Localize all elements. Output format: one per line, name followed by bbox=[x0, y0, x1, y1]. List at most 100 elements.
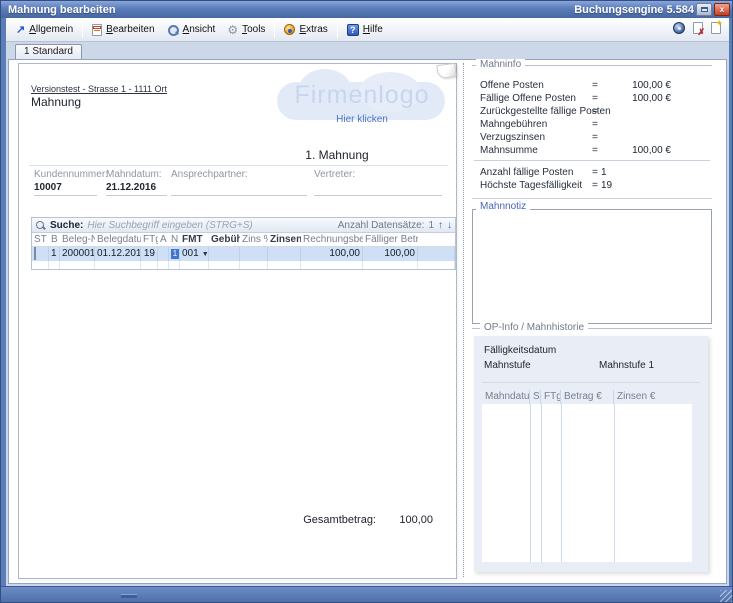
column-header-belegnr[interactable]: Beleg-Nr. bbox=[60, 233, 95, 246]
menu-tools[interactable]: ⚙ Tools bbox=[221, 22, 271, 38]
field-value: 10007 bbox=[34, 182, 108, 194]
column-header-zinsen[interactable]: Zinsen € bbox=[268, 233, 301, 246]
dunning-level-heading: 1. Mahnung bbox=[277, 148, 397, 162]
history-col-betrag[interactable]: Betrag € bbox=[561, 390, 614, 404]
column-header-zinsproz[interactable]: Zins % bbox=[240, 233, 268, 246]
column-header-b[interactable]: B bbox=[49, 233, 60, 246]
cell-zinsproz bbox=[240, 247, 268, 261]
cell-n[interactable]: 1 bbox=[169, 247, 180, 261]
tab-standard[interactable]: 1 Standard bbox=[15, 44, 82, 59]
disc-button[interactable] bbox=[669, 19, 689, 41]
field-mahndatum[interactable]: Mahndatum: 21.12.2016 bbox=[106, 169, 167, 196]
mahninfo-row: Mahnsumme = 100,00 € bbox=[470, 145, 714, 158]
restore-icon bbox=[701, 7, 708, 12]
cell-zinsen bbox=[268, 247, 301, 261]
search-input[interactable] bbox=[87, 220, 333, 231]
red-x-icon: ✗ bbox=[697, 28, 705, 36]
column-header-fmt[interactable]: FMT bbox=[180, 233, 209, 246]
app-window: Mahnung bearbeiten Buchungsengine 5.584 … bbox=[0, 0, 733, 603]
equals-sign: = bbox=[592, 145, 598, 156]
toolbar-separator bbox=[337, 22, 338, 38]
mahninfo-label: Mahngebühren bbox=[480, 119, 547, 130]
field-label: Mahndatum: bbox=[106, 169, 167, 180]
app-body: ↗ Allgemein Bearbeiten Ansicht ⚙ Tools E… bbox=[6, 18, 729, 586]
field-value bbox=[314, 182, 442, 194]
help-icon: ? bbox=[347, 24, 359, 36]
column-header-rechnungsbetrag[interactable]: Rechnungsbetrag € bbox=[301, 233, 363, 246]
mahninfo-label: Anzahl fällige Posten bbox=[480, 167, 573, 178]
field-kundennummer[interactable]: Kundennummer: 10007 bbox=[34, 169, 108, 196]
menu-ansicht-label: Ansicht bbox=[183, 24, 216, 35]
resize-grip-icon[interactable] bbox=[720, 590, 732, 602]
row-grid-icon-cell[interactable] bbox=[32, 247, 49, 261]
mahninfo-separator bbox=[474, 160, 710, 161]
restore-button[interactable] bbox=[696, 3, 712, 16]
table-header-row: ST B Beleg-Nr. Belegdatum FTg A N FMT Ge… bbox=[32, 233, 455, 247]
sender-line: Versionstest - Strasse 1 - 1111 Ort bbox=[31, 84, 167, 94]
cancel-document-button[interactable]: ✗ bbox=[689, 19, 707, 41]
cell-rechnungsbetrag: 100,00 bbox=[301, 247, 363, 261]
cell-a bbox=[158, 247, 169, 261]
history-col-ftg[interactable]: FTg bbox=[541, 390, 561, 404]
mahninfo-label: Verzugszinsen bbox=[480, 132, 545, 143]
cell-fmt[interactable]: 001▼ bbox=[180, 247, 209, 261]
table-row[interactable]: 1 200001 01.12.2016 19 1 001▼ 100,00 100… bbox=[32, 247, 455, 261]
mahninfo-value: 100,00 € bbox=[632, 80, 671, 91]
divider bbox=[482, 382, 700, 383]
mahninfo-row: Mahngebühren = bbox=[470, 119, 714, 132]
column-header-gebuehr[interactable]: Gebühr € bbox=[209, 233, 240, 246]
mahninfo-label: Höchste Tagesfälligkeit bbox=[480, 180, 582, 191]
mahninfo-value: 19 bbox=[601, 180, 612, 191]
column-header-belegdatum[interactable]: Belegdatum bbox=[95, 233, 141, 246]
new-document-button[interactable]: ✦ bbox=[707, 19, 725, 41]
menu-hilfe-label: Hilfe bbox=[363, 24, 383, 35]
mahninfo-row: Fällige Offene Posten = 100,00 € bbox=[470, 93, 714, 106]
menu-bar: ↗ Allgemein Bearbeiten Ansicht ⚙ Tools E… bbox=[6, 18, 729, 42]
search-bar: Suche: Anzahl Datensätze: 1 ↑ ↓ bbox=[32, 218, 455, 233]
menu-extras[interactable]: Extras bbox=[278, 22, 333, 37]
app-version: Buchungsengine 5.584 bbox=[574, 4, 694, 16]
total-label: Gesamtbetrag: bbox=[259, 514, 376, 526]
column-header-a[interactable]: A bbox=[158, 233, 169, 246]
menu-tools-label: Tools bbox=[242, 24, 265, 35]
fmt-value: 001 bbox=[182, 248, 199, 259]
diagonal-arrow-icon: ↗ bbox=[16, 25, 25, 35]
scroll-up-icon[interactable]: ↑ bbox=[438, 220, 443, 231]
menu-extras-label: Extras bbox=[299, 24, 327, 35]
menu-bearbeiten-label: Bearbeiten bbox=[106, 24, 154, 35]
dropdown-arrow-icon[interactable]: ▼ bbox=[202, 251, 209, 258]
field-ansprechpartner[interactable]: Ansprechpartner: bbox=[171, 169, 307, 196]
field-value bbox=[171, 182, 307, 194]
mahninfo-value: 1 bbox=[601, 167, 607, 178]
menu-allgemein[interactable]: ↗ Allgemein bbox=[10, 22, 79, 37]
history-col-mahndatum[interactable]: Mahndatum bbox=[482, 390, 530, 404]
company-logo-placeholder[interactable]: Firmenlogo Hier klicken bbox=[271, 68, 453, 138]
history-col-s[interactable]: S bbox=[530, 390, 541, 404]
column-header-st[interactable]: ST bbox=[32, 233, 49, 246]
menu-hilfe[interactable]: ? Hilfe bbox=[341, 22, 389, 38]
scroll-down-icon[interactable]: ↓ bbox=[447, 220, 452, 231]
menu-ansicht[interactable]: Ansicht bbox=[161, 22, 222, 38]
spark-icon: ✦ bbox=[715, 19, 723, 27]
window-bottom-frame bbox=[1, 586, 733, 603]
history-col-zinsen[interactable]: Zinsen € bbox=[614, 390, 692, 404]
logo-click-hint[interactable]: Hier klicken bbox=[271, 114, 453, 125]
close-button[interactable]: x bbox=[714, 3, 730, 16]
mahninfo-label: Fällige Offene Posten bbox=[480, 93, 576, 104]
field-vertreter[interactable]: Vertreter: bbox=[314, 169, 442, 196]
orb-icon bbox=[284, 24, 295, 35]
resize-grip-icon[interactable] bbox=[121, 594, 137, 598]
column-header-ftg[interactable]: FTg bbox=[141, 233, 158, 246]
column-header-n[interactable]: N bbox=[169, 233, 180, 246]
column-header-faelliger-betrag[interactable]: Fälliger Betrag € bbox=[363, 233, 418, 246]
close-icon: x bbox=[720, 5, 724, 14]
equals-sign: = bbox=[592, 119, 598, 130]
column-line bbox=[561, 404, 562, 562]
title-bar[interactable]: Mahnung bearbeiten Buchungsengine 5.584 … bbox=[1, 1, 733, 18]
cell-ftg: 19 bbox=[141, 247, 158, 261]
toolbar-separator bbox=[82, 22, 83, 38]
items-table: Suche: Anzahl Datensätze: 1 ↑ ↓ ST B Bel… bbox=[31, 217, 456, 270]
menu-bearbeiten[interactable]: Bearbeiten bbox=[86, 22, 160, 38]
mahnnotiz-textarea[interactable] bbox=[472, 209, 712, 324]
equals-sign: = bbox=[592, 132, 598, 143]
